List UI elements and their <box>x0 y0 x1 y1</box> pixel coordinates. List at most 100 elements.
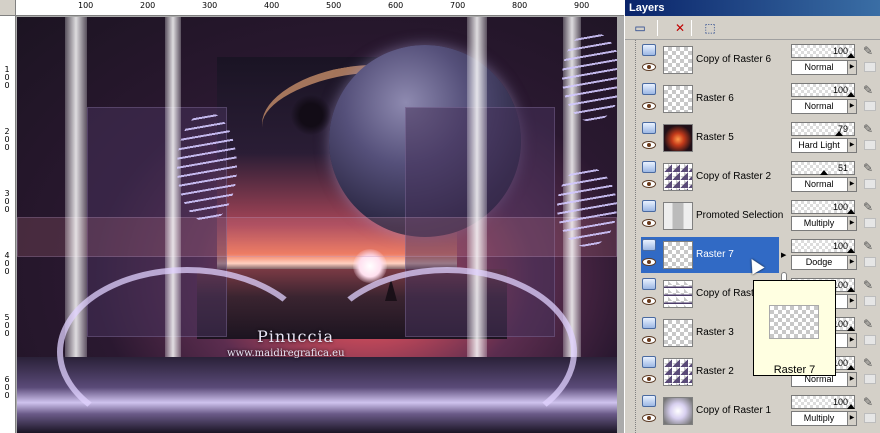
palette-title[interactable]: Layers <box>625 0 880 16</box>
layer-row[interactable]: Promoted Selection <box>641 198 783 234</box>
visibility-eye-icon[interactable] <box>642 141 656 149</box>
dropdown-arrow-icon[interactable]: ▶ <box>847 295 856 308</box>
layer-lock-cell: ✎ <box>861 315 879 351</box>
opacity-slider-thumb[interactable] <box>820 170 828 175</box>
visibility-eye-icon[interactable] <box>642 258 656 266</box>
opacity-slider[interactable]: 100 <box>791 239 855 253</box>
edit-brush-icon[interactable]: ✎ <box>863 161 877 175</box>
lock-transparency-icon[interactable] <box>864 62 876 72</box>
opacity-slider-thumb[interactable] <box>847 53 855 58</box>
visibility-eye-icon[interactable] <box>642 297 656 305</box>
blend-mode-select[interactable]: Normal ▶ <box>791 177 857 192</box>
palette-toolbar: ▭ ✕ ⬚ <box>625 16 880 40</box>
dropdown-arrow-icon[interactable]: ▶ <box>847 100 856 113</box>
edit-brush-icon[interactable]: ✎ <box>863 122 877 136</box>
blend-mode-select[interactable]: Normal ▶ <box>791 60 857 75</box>
visibility-eye-icon[interactable] <box>642 180 656 188</box>
lock-transparency-icon[interactable] <box>864 296 876 306</box>
layer-row[interactable]: Raster 5 <box>641 120 779 156</box>
visibility-eye-icon[interactable] <box>642 336 656 344</box>
layer-row[interactable]: Copy of Raster 6 <box>641 42 779 78</box>
opacity-slider-thumb[interactable] <box>847 287 855 292</box>
opacity-slider[interactable]: 100 <box>791 44 855 58</box>
layer-visibility-cell <box>641 198 659 234</box>
lock-transparency-icon[interactable] <box>864 257 876 267</box>
visibility-eye-icon[interactable] <box>642 414 656 422</box>
layer-type-icon[interactable] <box>642 200 656 212</box>
layer-row[interactable]: Copy of Raster 2 <box>641 159 779 195</box>
visibility-eye-icon[interactable] <box>642 219 656 227</box>
layer-type-icon[interactable] <box>642 239 656 251</box>
blend-mode-select[interactable]: Multiply ▶ <box>791 216 857 231</box>
dropdown-arrow-icon[interactable]: ▶ <box>847 373 856 386</box>
opacity-slider[interactable]: 100 <box>791 83 855 97</box>
layer-type-icon[interactable] <box>642 161 656 173</box>
image-canvas-area[interactable]: 100 200 300 400 500 600 700 800 900 1 0 0 2 0 0 3 … <box>0 0 624 433</box>
edit-brush-icon[interactable]: ✎ <box>863 239 877 253</box>
edit-brush-icon[interactable]: ✎ <box>863 200 877 214</box>
new-layer-icon: ▭ <box>634 21 646 35</box>
layer-name: Copy of Raster 2 <box>696 171 772 182</box>
opacity-slider-thumb[interactable] <box>847 326 855 331</box>
opacity-slider[interactable]: 79 <box>791 122 855 136</box>
lock-transparency-icon[interactable] <box>864 140 876 150</box>
opacity-slider-thumb[interactable] <box>847 248 855 253</box>
dropdown-arrow-icon[interactable]: ▶ <box>847 178 856 191</box>
layer-thumbnail <box>663 124 693 152</box>
dropdown-arrow-icon[interactable]: ▶ <box>847 412 856 425</box>
opacity-slider[interactable]: 100 <box>791 200 855 214</box>
layer-row[interactable]: Raster 6 <box>641 81 779 117</box>
opacity-slider-thumb[interactable] <box>847 365 855 370</box>
layer-type-icon[interactable] <box>642 122 656 134</box>
edit-brush-icon[interactable]: ✎ <box>863 356 877 370</box>
dropdown-arrow-icon[interactable]: ▶ <box>847 256 856 269</box>
ruler-mark: 300 <box>202 1 218 10</box>
layer-type-icon[interactable] <box>642 317 656 329</box>
blend-mode-select[interactable]: Multiply ▶ <box>791 411 857 426</box>
visibility-eye-icon[interactable] <box>642 102 656 110</box>
layer-type-icon[interactable] <box>642 395 656 407</box>
opacity-slider-thumb[interactable] <box>835 131 843 136</box>
dropdown-arrow-icon[interactable]: ▶ <box>847 217 856 230</box>
opacity-slider-thumb[interactable] <box>847 209 855 214</box>
layer-thumbnail <box>663 46 693 74</box>
layer-type-icon[interactable] <box>642 44 656 56</box>
visibility-eye-icon[interactable] <box>642 375 656 383</box>
new-layer-button[interactable]: ▭ <box>629 18 651 38</box>
lock-transparency-icon[interactable] <box>864 218 876 228</box>
lock-transparency-icon[interactable] <box>864 335 876 345</box>
lock-transparency-icon[interactable] <box>864 179 876 189</box>
blend-mode-select[interactable]: Hard Light ▶ <box>791 138 857 153</box>
edit-brush-icon[interactable]: ✎ <box>863 83 877 97</box>
edit-brush-icon[interactable]: ✎ <box>863 317 877 331</box>
ruler-mark: 4 0 0 <box>4 251 10 276</box>
opacity-slider[interactable]: 100 <box>791 395 855 409</box>
dropdown-arrow-icon[interactable]: ▶ <box>847 334 856 347</box>
layers-palette: Layers ▭ ✕ ⬚ Copy of Raster 6 100 Normal ▶ ✎ Ra… <box>624 0 880 433</box>
edit-brush-icon[interactable]: ✎ <box>863 278 877 292</box>
lock-transparency-icon[interactable] <box>864 374 876 384</box>
blend-mode-select[interactable]: Normal ▶ <box>791 99 857 114</box>
layer-lock-cell: ✎ <box>861 42 879 78</box>
artwork-image[interactable]: Pinuccia www.maidiregrafica.eu <box>17 17 617 433</box>
layer-type-icon[interactable] <box>642 83 656 95</box>
dropdown-arrow-icon[interactable]: ▶ <box>847 139 856 152</box>
layer-blend-cell: 51 Normal ▶ <box>791 159 857 195</box>
blend-mode-select[interactable]: Dodge ▶ <box>791 255 857 270</box>
lock-transparency-icon[interactable] <box>864 413 876 423</box>
edit-selection-button[interactable]: ⬚ <box>699 18 721 38</box>
visibility-eye-icon[interactable] <box>642 63 656 71</box>
layer-type-icon[interactable] <box>642 278 656 290</box>
delete-layer-button[interactable]: ✕ <box>669 18 691 38</box>
dropdown-arrow-icon[interactable]: ▶ <box>847 61 856 74</box>
expand-arrow-icon[interactable]: ▶ <box>781 237 787 273</box>
edit-brush-icon[interactable]: ✎ <box>863 44 877 58</box>
lock-transparency-icon[interactable] <box>864 101 876 111</box>
opacity-slider-thumb[interactable] <box>847 404 855 409</box>
edit-brush-icon[interactable]: ✎ <box>863 395 877 409</box>
layer-type-icon[interactable] <box>642 356 656 368</box>
layer-row[interactable]: Copy of Raster 1 <box>641 393 779 429</box>
layer-name: Raster 2 <box>696 366 734 377</box>
opacity-slider-thumb[interactable] <box>847 92 855 97</box>
blend-mode-value: Hard Light <box>798 140 840 150</box>
